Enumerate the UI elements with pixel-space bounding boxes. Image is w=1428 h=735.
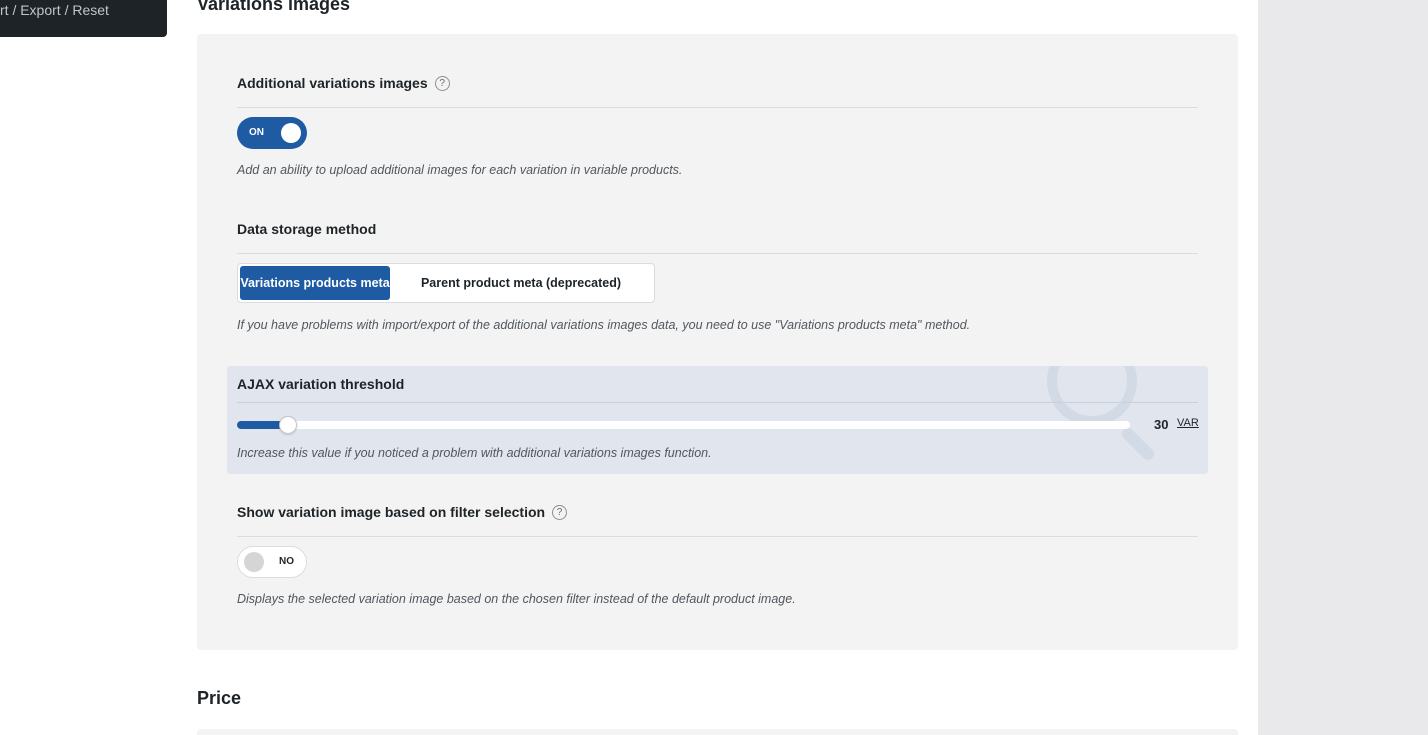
- ajax-threshold-label: AJAX variation threshold: [237, 376, 405, 392]
- toggle-label: NO: [279, 556, 294, 567]
- option-variations-products-meta[interactable]: Variations products meta: [240, 266, 390, 300]
- ajax-threshold-description: Increase this value if you noticed a pro…: [237, 446, 712, 460]
- option-parent-product-meta[interactable]: Parent product meta (deprecated): [390, 266, 652, 300]
- toggle-knob: [244, 552, 264, 572]
- ajax-threshold-slider[interactable]: [237, 416, 1130, 434]
- ajax-threshold-title: AJAX variation threshold: [237, 375, 1198, 403]
- slider-value: 30: [1154, 417, 1169, 432]
- section-title: Variations images: [197, 0, 351, 14]
- filter-image-label: Show variation image based on filter sel…: [237, 504, 546, 520]
- search-watermark-handle: [1119, 425, 1157, 463]
- slider-handle[interactable]: [278, 416, 297, 434]
- toggle-label: ON: [249, 127, 264, 138]
- variations-images-panel: Additional variations images ? ON Add an…: [197, 34, 1238, 650]
- storage-method-title: Data storage method: [237, 220, 1198, 254]
- ajax-threshold-block: AJAX variation threshold 30 VAR Increase…: [227, 366, 1208, 474]
- filter-image-title: Show variation image based on filter sel…: [237, 503, 1198, 537]
- right-sidebar-area: [1258, 0, 1428, 735]
- additional-images-toggle[interactable]: ON: [237, 117, 307, 149]
- additional-images-title: Additional variations images ?: [237, 74, 1198, 108]
- filter-image-toggle[interactable]: NO: [237, 546, 307, 578]
- storage-method-description: If you have problems with import/export …: [237, 318, 971, 332]
- menu-item-import-export-reset[interactable]: rt / Export / Reset: [0, 2, 109, 18]
- help-icon[interactable]: ?: [434, 76, 450, 91]
- price-panel: [197, 729, 1238, 735]
- help-icon[interactable]: ?: [552, 505, 568, 520]
- admin-menu-fragment[interactable]: rt / Export / Reset: [0, 0, 167, 37]
- price-section-title: Price: [197, 688, 242, 708]
- storage-method-label: Data storage method: [237, 221, 377, 237]
- toggle-knob: [281, 123, 301, 143]
- slider-unit-toggle[interactable]: VAR: [1177, 417, 1199, 429]
- additional-images-label: Additional variations images: [237, 75, 428, 91]
- additional-images-description: Add an ability to upload additional imag…: [237, 163, 683, 177]
- filter-image-description: Displays the selected variation image ba…: [237, 592, 796, 606]
- storage-method-segmented-control: Variations products meta Parent product …: [237, 263, 655, 303]
